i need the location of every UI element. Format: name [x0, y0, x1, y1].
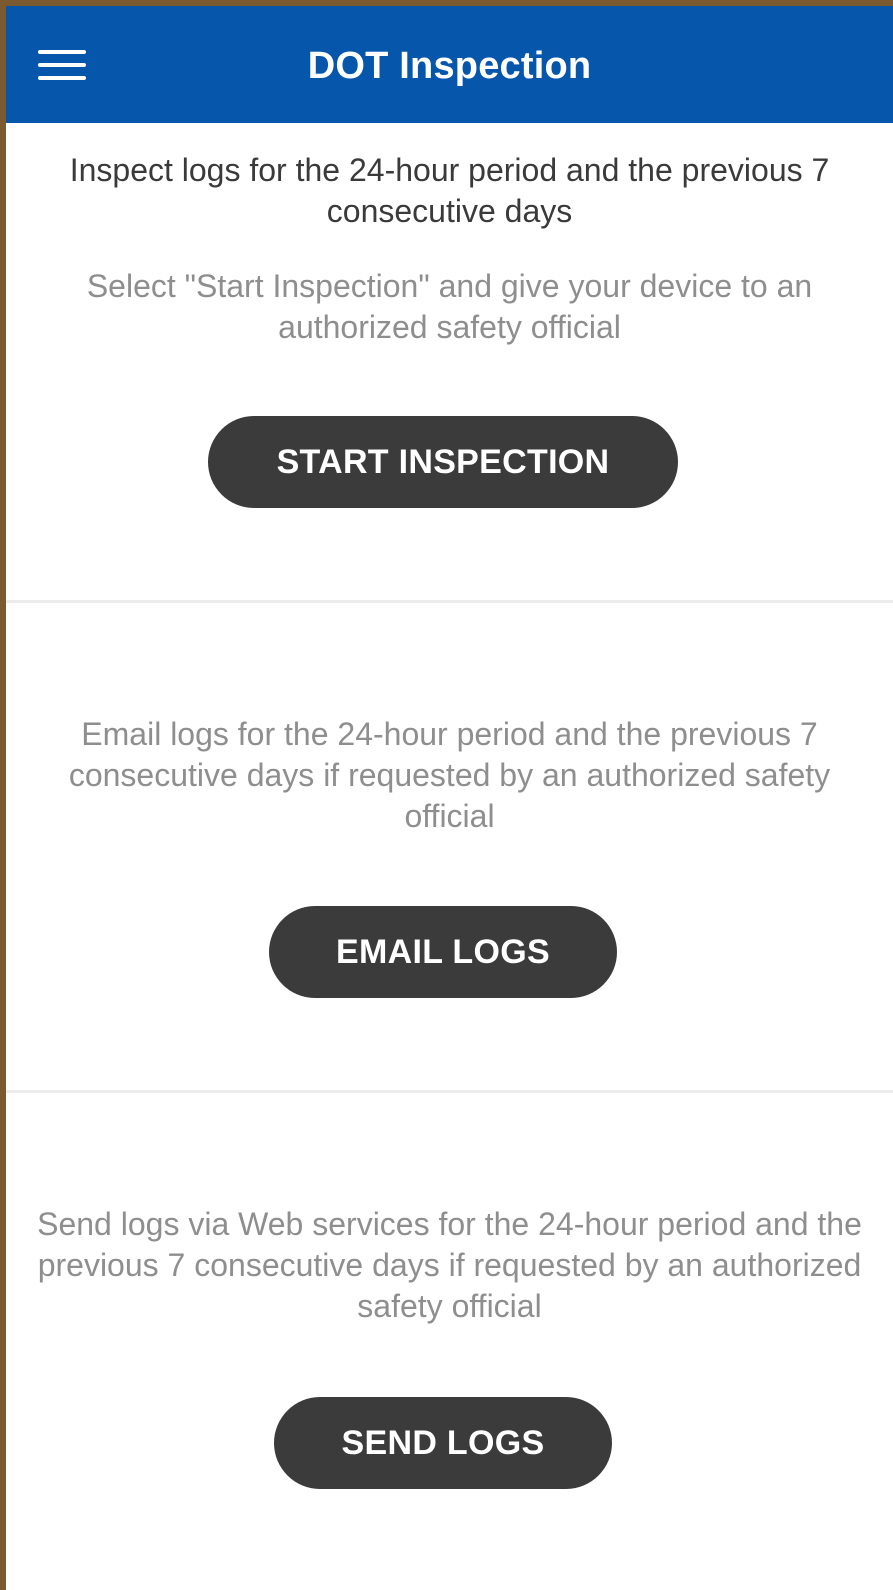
email-logs-description: Email logs for the 24-hour period and th… — [68, 716, 831, 834]
app-bar: DOT Inspection — [6, 6, 893, 123]
send-logs-description: Send logs via Web services for the 24-ho… — [37, 1206, 862, 1324]
inspection-description: Inspect logs for the 24-hour period and … — [69, 152, 830, 229]
send-logs-section: Send logs via Web services for the 24-ho… — [6, 1094, 893, 1590]
app-screen: DOT Inspection Inspect logs for the 24-h… — [6, 6, 893, 1590]
section-divider — [6, 600, 893, 603]
section-divider — [6, 1090, 893, 1093]
email-logs-button[interactable]: EMAIL LOGS — [269, 906, 617, 998]
start-inspection-button[interactable]: START INSPECTION — [208, 416, 678, 508]
email-logs-section: Email logs for the 24-hour period and th… — [6, 604, 893, 1090]
send-logs-button[interactable]: SEND LOGS — [274, 1397, 612, 1489]
page-title: DOT Inspection — [307, 45, 592, 87]
start-inspection-section: Inspect logs for the 24-hour period and … — [6, 123, 893, 600]
inspection-instructions: Select "Start Inspection" and give your … — [86, 268, 813, 345]
